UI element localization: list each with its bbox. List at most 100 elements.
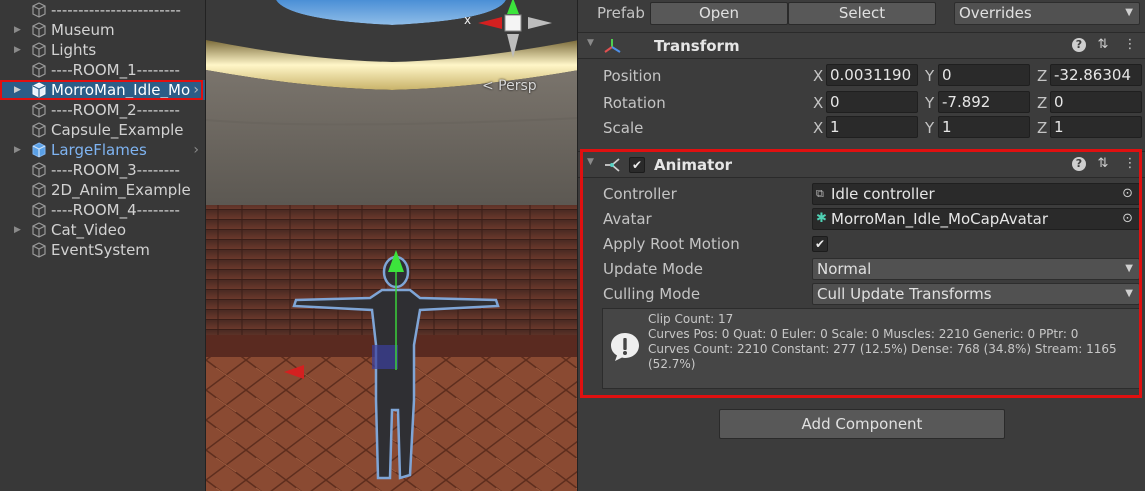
position-x-field[interactable]: 0.0031190: [826, 64, 918, 86]
controller-label: Controller: [603, 185, 677, 203]
hierarchy-item-label: LargeFlames: [51, 141, 147, 159]
chevron-down-icon: ▼: [1125, 288, 1133, 299]
persp-toggle[interactable]: < Persp: [482, 78, 537, 94]
hierarchy-item-eventsystem[interactable]: EventSystem: [0, 240, 205, 260]
culling-mode-label: Culling Mode: [603, 285, 701, 303]
animator-enabled-checkbox[interactable]: ✔: [629, 157, 645, 173]
hierarchy-item-museum[interactable]: ▶ Museum: [0, 20, 205, 40]
prefab-label: Prefab: [597, 4, 645, 22]
hierarchy-item-label: ------------------------: [51, 1, 181, 19]
hierarchy-item-capsule[interactable]: Capsule_Example: [0, 120, 205, 140]
expand-arrow-icon[interactable]: ▶: [14, 40, 21, 60]
help-icon[interactable]: ?: [1072, 38, 1086, 52]
animator-header[interactable]: ▼ ✔ Animator ? ⇅ ⋮: [578, 151, 1145, 178]
axis-y-label: Y: [925, 94, 935, 112]
prefab-icon: [32, 142, 46, 158]
axis-y-label: Y: [925, 119, 935, 137]
animator-controller-icon: ⧉: [816, 187, 824, 200]
gameobject-icon: [32, 2, 46, 18]
hierarchy-item-room2[interactable]: ----ROOM_2--------: [0, 100, 205, 120]
rotation-label: Rotation: [603, 94, 666, 112]
hierarchy-item-label: ----ROOM_1--------: [51, 61, 180, 79]
animator-info-text: Clip Count: 17 Curves Pos: 0 Quat: 0 Eul…: [648, 312, 1133, 372]
transform-header[interactable]: ▼ Transform ? ⇅ ⋮: [578, 32, 1145, 59]
preset-settings-icon[interactable]: ⇅: [1096, 38, 1110, 52]
add-component-button[interactable]: Add Component: [719, 409, 1005, 439]
animator-info-box: Clip Count: 17 Curves Pos: 0 Quat: 0 Eul…: [602, 308, 1140, 389]
avatar-icon: ✱: [816, 211, 827, 226]
gameobject-icon: [32, 102, 46, 118]
scale-label: Scale: [603, 119, 644, 137]
position-y-field[interactable]: 0: [938, 64, 1030, 86]
apply-root-motion-checkbox[interactable]: ✔: [812, 236, 828, 252]
transform-icon: [604, 39, 621, 53]
hierarchy-item-cat-video[interactable]: ▶ Cat_Video: [0, 220, 205, 240]
hierarchy-item-label: ----ROOM_4--------: [51, 201, 180, 219]
hierarchy-item-label: Museum: [51, 21, 115, 39]
hierarchy-item-lights[interactable]: ▶ Lights: [0, 40, 205, 60]
prefab-overrides-dropdown[interactable]: Overrides ▼: [954, 2, 1140, 25]
position-label: Position: [603, 67, 662, 85]
prefab-select-button[interactable]: Select: [788, 2, 936, 25]
update-mode-value: Normal: [817, 260, 872, 278]
chevron-right-icon[interactable]: ›: [193, 140, 199, 160]
rotation-z-field[interactable]: 0: [1050, 91, 1142, 113]
chevron-down-icon: ▼: [1125, 7, 1133, 18]
context-menu-icon[interactable]: ⋮: [1123, 38, 1137, 52]
gameobject-icon: [32, 202, 46, 218]
gameobject-icon: [32, 62, 46, 78]
help-icon[interactable]: ?: [1072, 157, 1086, 171]
info-warning-icon: [611, 333, 639, 361]
gameobject-icon: [32, 222, 46, 238]
expand-arrow-icon[interactable]: ▶: [14, 220, 21, 240]
gameobject-icon: [32, 22, 46, 38]
hierarchy-item-label: EventSystem: [51, 241, 150, 259]
curves-count-line: Curves Count: 2210 Constant: 277 (12.5%)…: [648, 342, 1117, 371]
scale-y-field[interactable]: 1: [938, 116, 1030, 138]
hierarchy-item-label: Lights: [51, 41, 97, 59]
scale-z-field[interactable]: 1: [1050, 116, 1142, 138]
hierarchy-item-room1[interactable]: ----ROOM_1--------: [0, 60, 205, 80]
animator-icon: [605, 158, 620, 172]
controller-value: Idle controller: [831, 185, 935, 203]
apply-root-motion-label: Apply Root Motion: [603, 235, 740, 253]
inspector-panel: Prefab Open Select Overrides ▼ ▼ Transfo…: [578, 0, 1145, 491]
scene-view[interactable]: x < Persp: [205, 0, 578, 491]
animator-title: Animator: [654, 156, 733, 174]
curves-pos-line: Curves Pos: 0 Quat: 0 Euler: 0 Scale: 0 …: [648, 327, 1079, 341]
rotation-y-field[interactable]: -7.892: [938, 91, 1030, 113]
context-menu-icon[interactable]: ⋮: [1123, 157, 1137, 171]
hierarchy-item-largeflames[interactable]: ▶ LargeFlames ›: [0, 140, 205, 160]
rotation-x-field[interactable]: 0: [826, 91, 918, 113]
update-mode-dropdown[interactable]: Normal ▼: [812, 258, 1140, 280]
chevron-down-icon: ▼: [1125, 263, 1133, 274]
position-z-field[interactable]: -32.86304: [1050, 64, 1142, 86]
hierarchy-item-label: Capsule_Example: [51, 121, 184, 139]
axis-x-label: X: [813, 94, 824, 112]
avatar-label: Avatar: [603, 210, 652, 228]
foldout-arrow-icon[interactable]: ▼: [587, 157, 594, 167]
axis-z-label: Z: [1037, 119, 1048, 137]
axis-z-label: Z: [1037, 94, 1048, 112]
expand-arrow-icon[interactable]: ▶: [14, 20, 21, 40]
hierarchy-item-label: ----ROOM_3--------: [51, 161, 180, 179]
hierarchy-item-label: Cat_Video: [51, 221, 127, 239]
prefab-open-button[interactable]: Open: [650, 2, 788, 25]
object-picker-icon[interactable]: ⊙: [1122, 184, 1133, 204]
avatar-object-field[interactable]: ✱ MorroMan_Idle_MoCapAvatar ⊙: [812, 208, 1140, 230]
hierarchy-item-2d-anim[interactable]: 2D_Anim_Example: [0, 180, 205, 200]
object-picker-icon[interactable]: ⊙: [1122, 209, 1133, 229]
hierarchy-item-label: 2D_Anim_Example: [51, 181, 191, 199]
hierarchy-item-room3[interactable]: ----ROOM_3--------: [0, 160, 205, 180]
preset-settings-icon[interactable]: ⇅: [1096, 157, 1110, 171]
controller-object-field[interactable]: ⧉ Idle controller ⊙: [812, 183, 1140, 205]
expand-arrow-icon[interactable]: ▶: [14, 140, 21, 160]
overrides-label: Overrides: [959, 4, 1032, 22]
scale-x-field[interactable]: 1: [826, 116, 918, 138]
gizmo-x-label: x: [464, 13, 472, 27]
hierarchy-item[interactable]: ------------------------: [0, 0, 205, 20]
hierarchy-panel: ------------------------ ▶ Museum ▶ Ligh…: [0, 0, 205, 491]
culling-mode-dropdown[interactable]: Cull Update Transforms ▼: [812, 283, 1140, 305]
hierarchy-item-room4[interactable]: ----ROOM_4--------: [0, 200, 205, 220]
foldout-arrow-icon[interactable]: ▼: [587, 38, 594, 48]
